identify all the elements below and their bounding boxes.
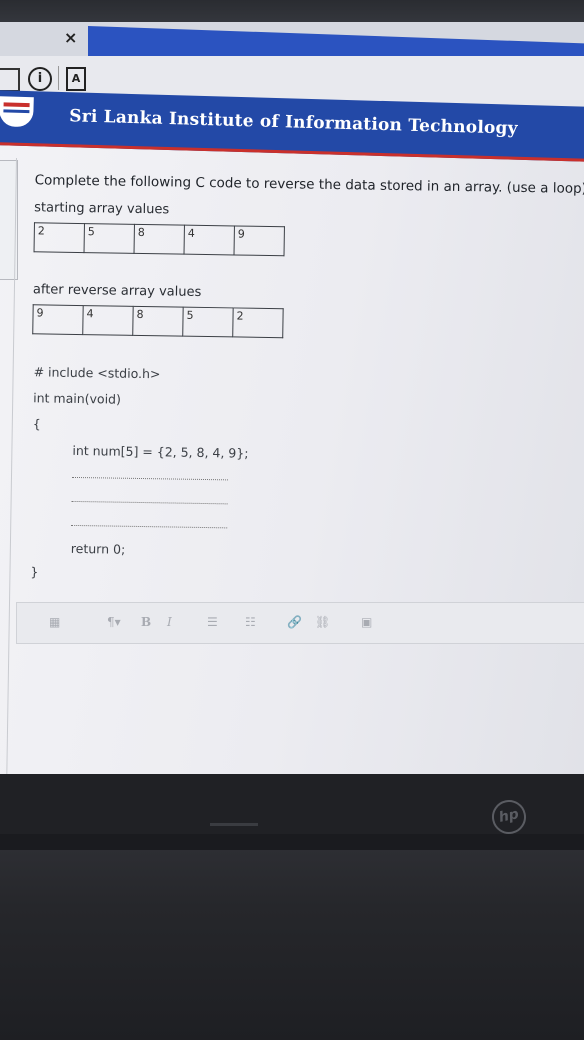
collapse-toolbar-icon[interactable]: ▦ (49, 615, 60, 629)
code-blank-line (71, 524, 228, 529)
sidebar-toggle-icon[interactable] (0, 68, 20, 92)
array-cell: 2 (34, 222, 85, 253)
array-cell: 9 (234, 225, 285, 256)
code-blank-line (71, 476, 228, 481)
paragraph-style-button[interactable]: ¶▾ (107, 615, 121, 629)
array-cell: 9 (32, 304, 84, 335)
browser-tab-bar: × (0, 22, 584, 75)
after-reverse-label: after reverse array values (32, 282, 202, 300)
code-open-brace: { (32, 416, 41, 432)
institute-title: Sri Lanka Institute of Information Techn… (69, 106, 518, 139)
laptop-base (0, 850, 584, 1040)
array-cell: 4 (82, 305, 134, 336)
code-include-line: # include <stdio.h> (33, 364, 161, 382)
question-content: Complete the following C code to reverse… (0, 150, 584, 774)
code-declaration-line: int num[5] = {2, 5, 8, 4, 9}; (72, 442, 249, 461)
array-cell: 8 (132, 306, 184, 337)
link-icon[interactable]: 🔗 (287, 615, 302, 629)
array-cell: 5 (84, 223, 135, 254)
question-text: Complete the following C code to reverse… (34, 172, 584, 197)
numbered-list-icon[interactable]: ☷ (245, 615, 256, 629)
code-main-line: int main(void) (33, 390, 122, 407)
question-panel: Complete the following C code to reverse… (6, 158, 584, 774)
array-cell: 5 (182, 307, 234, 337)
after-reverse-array-table: 9 4 8 5 2 (32, 304, 284, 338)
array-cell: 2 (232, 307, 284, 338)
screen: × i A Sri Lanka Institute of Information… (0, 22, 584, 774)
italic-button[interactable]: I (167, 615, 172, 629)
toolbar-divider (58, 66, 59, 90)
starting-array-table: 2 5 8 4 9 (34, 222, 285, 256)
bullet-list-icon[interactable]: ☰ (207, 615, 218, 629)
code-close-brace: } (30, 564, 39, 580)
insert-image-icon[interactable]: ▣ (361, 615, 372, 629)
starting-array-label: starting array values (34, 200, 170, 218)
array-cell: 4 (184, 225, 235, 255)
laptop-hinge (210, 823, 258, 826)
answer-editor-toolbar: ▦ ¶▾ B I ☰ ☷ 🔗 ⛓ ▣ (16, 602, 584, 644)
code-blank-line (71, 500, 228, 505)
pdf-icon[interactable]: A (66, 67, 86, 91)
info-icon[interactable]: i (28, 67, 52, 91)
array-cell: 8 (134, 224, 185, 255)
institute-logo-icon (0, 96, 34, 128)
unlink-icon[interactable]: ⛓ (315, 615, 330, 629)
close-tab-icon[interactable]: × (64, 28, 77, 47)
code-return-line: return 0; (70, 540, 126, 557)
bold-button[interactable]: B (141, 615, 151, 629)
